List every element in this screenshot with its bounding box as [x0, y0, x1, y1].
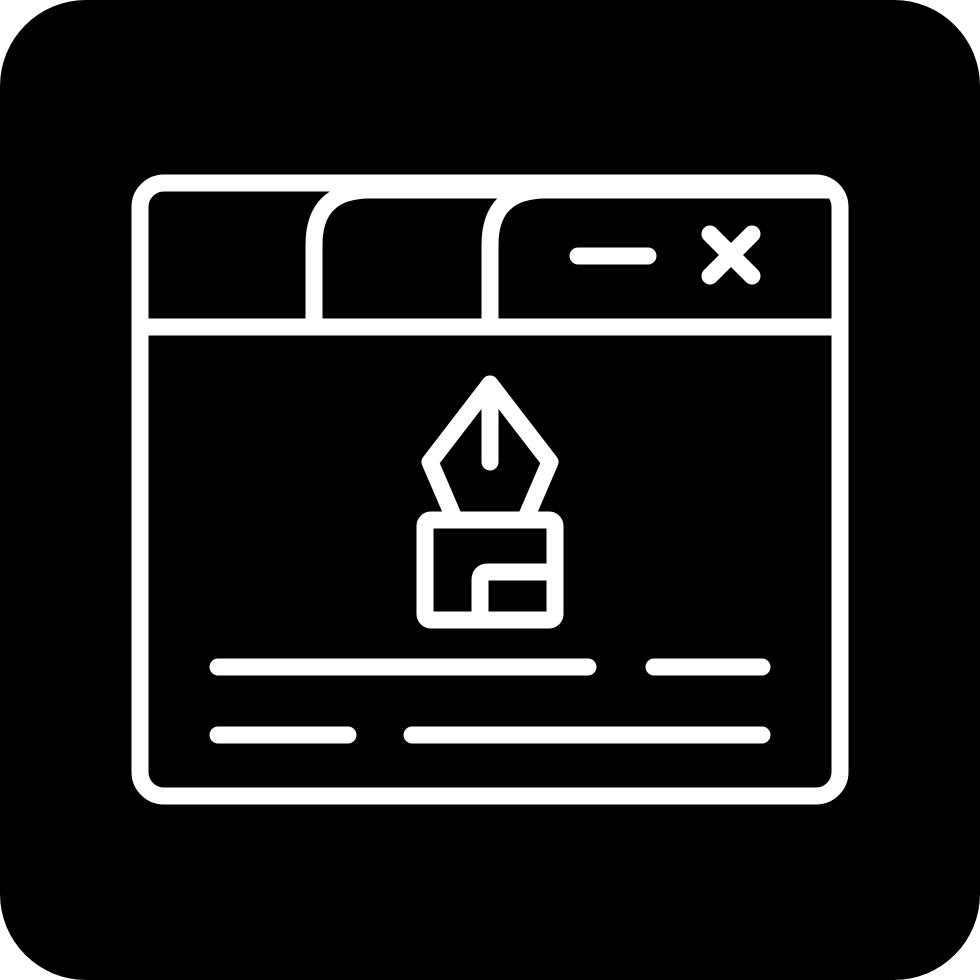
close-icon[interactable]: [701, 225, 761, 285]
app-icon-tile: [0, 0, 980, 980]
pen-nib-icon: [416, 375, 564, 629]
tab-2-active: [481, 181, 839, 336]
browser-window-pen-tool-icon: [131, 174, 849, 805]
